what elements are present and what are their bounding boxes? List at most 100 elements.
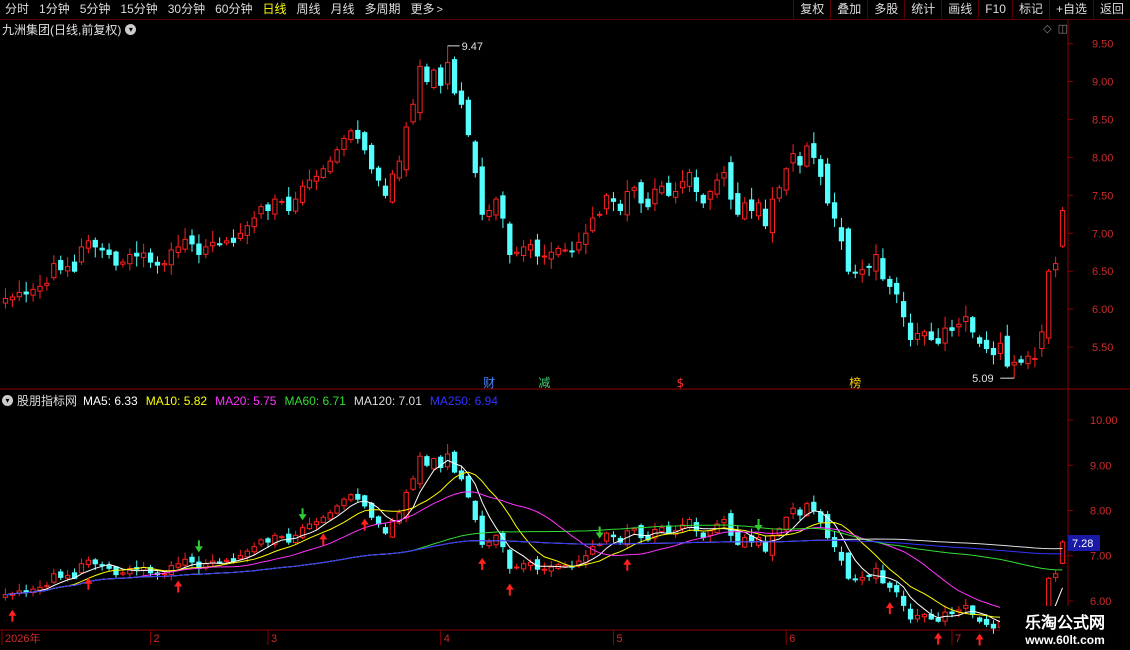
main-candle-body — [610, 198, 617, 202]
sub-candle-body — [790, 507, 796, 515]
main-candle-body — [942, 327, 948, 344]
down-signal-arrow — [754, 519, 763, 532]
main-candle-body — [479, 166, 485, 215]
sub-candle-body — [949, 611, 955, 615]
sub-candle-body — [852, 578, 858, 581]
main-candle-body — [486, 210, 492, 217]
main-candle-body — [873, 254, 879, 272]
main-candle-body — [935, 338, 941, 344]
sub-candle-body — [845, 552, 852, 579]
sub-candle-body — [610, 534, 617, 538]
sub-candle-body — [258, 539, 264, 545]
main-candle-body — [286, 196, 292, 211]
main-candle-body — [797, 156, 803, 166]
main-candle-body — [362, 132, 368, 151]
main-candle-body — [134, 252, 140, 257]
sub-candle-body — [514, 566, 520, 569]
price-tick-label: 9.50 — [1092, 39, 1113, 51]
main-candle-body — [51, 263, 57, 279]
sub-candle-body — [175, 563, 181, 568]
sub-candle-body — [735, 531, 741, 545]
sub-candle-body — [666, 525, 672, 534]
high-price-label: 9.47 — [462, 41, 483, 53]
main-candle-body — [16, 291, 22, 298]
sub-candle-body — [37, 586, 43, 591]
sub-candle-body — [1052, 573, 1059, 578]
sub-candle-body — [707, 530, 713, 536]
sub-candle-body — [659, 527, 665, 533]
event-marker: 榜 — [849, 375, 861, 390]
main-candle-body — [140, 252, 147, 258]
main-candle-body — [64, 266, 71, 272]
sub-candle-body — [914, 614, 921, 620]
main-candle-body — [244, 225, 250, 236]
main-candle-body — [679, 181, 686, 189]
main-candle-body — [265, 204, 271, 212]
price-tick-label: 8.00 — [1092, 152, 1113, 164]
main-candle-body — [1052, 263, 1059, 271]
main-candle-body — [728, 162, 734, 200]
sub-candle-body — [320, 516, 326, 523]
main-candle-body — [396, 160, 402, 179]
main-candle-body — [783, 168, 789, 191]
sub-candle-body — [983, 618, 990, 625]
sub-candle-body — [64, 575, 71, 579]
main-candle-body — [458, 90, 465, 105]
main-candle-body — [175, 246, 181, 254]
main-candle-body — [845, 228, 852, 272]
sub-candle-body — [486, 541, 492, 547]
sub-candle-body — [479, 515, 485, 545]
main-candle-body — [341, 137, 347, 150]
sub-candle-body — [161, 573, 168, 576]
event-marker: 减 — [538, 376, 550, 390]
sub-candle-body — [990, 623, 997, 629]
main-candle-body — [590, 217, 596, 232]
up-signal-arrow — [174, 580, 183, 593]
price-tick-label: 6.50 — [1092, 266, 1113, 278]
time-tick-label: 4 — [444, 633, 450, 645]
up-signal-arrow — [319, 533, 328, 546]
sub-price-tick-label: 8.00 — [1090, 505, 1111, 517]
sub-candle-body — [286, 533, 292, 543]
main-candle-body — [534, 239, 541, 257]
up-signal-arrow — [505, 583, 514, 596]
main-candle-body — [514, 251, 520, 255]
up-signal-arrow — [934, 632, 943, 645]
main-candle-body — [880, 258, 886, 280]
main-candle-body — [196, 243, 202, 256]
time-tick-label: 5 — [616, 633, 622, 645]
main-candle-body — [106, 249, 112, 256]
main-candle-body — [866, 265, 872, 268]
sub-candle-body — [417, 455, 423, 485]
main-candle-body — [638, 182, 644, 204]
down-signal-arrow — [595, 526, 604, 539]
main-candle-body — [113, 251, 119, 266]
sub-candle-body — [348, 494, 354, 501]
main-candle-body — [465, 99, 472, 136]
main-candle-body — [368, 144, 375, 170]
main-candle-body — [576, 241, 582, 251]
main-candle-body — [493, 198, 499, 216]
main-candle-body — [279, 200, 285, 203]
sub-candle-body — [769, 534, 776, 556]
down-signal-arrow — [298, 508, 307, 521]
main-candle-body — [78, 246, 85, 263]
sub-candle-body — [866, 574, 872, 577]
down-signal-arrow — [194, 540, 203, 553]
sub-candle-body — [431, 458, 437, 470]
sub-candle-body — [686, 519, 693, 529]
sub-candle-body — [78, 563, 85, 574]
sub-candle-body — [451, 451, 458, 473]
main-candle-body — [804, 145, 810, 167]
main-candle-body — [707, 191, 713, 200]
watermark: 乐淘公式网 www.60lt.com — [1000, 606, 1130, 650]
main-candle-body — [887, 278, 893, 287]
sub-candle-body — [306, 523, 313, 530]
sub-candle-body — [562, 565, 568, 568]
sub-candle-body — [58, 571, 64, 578]
sub-candle-body — [742, 537, 748, 548]
main-candle-body — [645, 198, 651, 208]
main-candle-body — [659, 185, 665, 194]
kline-chart[interactable]: 9.50 9.00 8.50 8.00 7.50 7.00 6.50 6.00 5.50 10.0… — [0, 0, 1130, 650]
main-candle-body — [382, 185, 389, 196]
